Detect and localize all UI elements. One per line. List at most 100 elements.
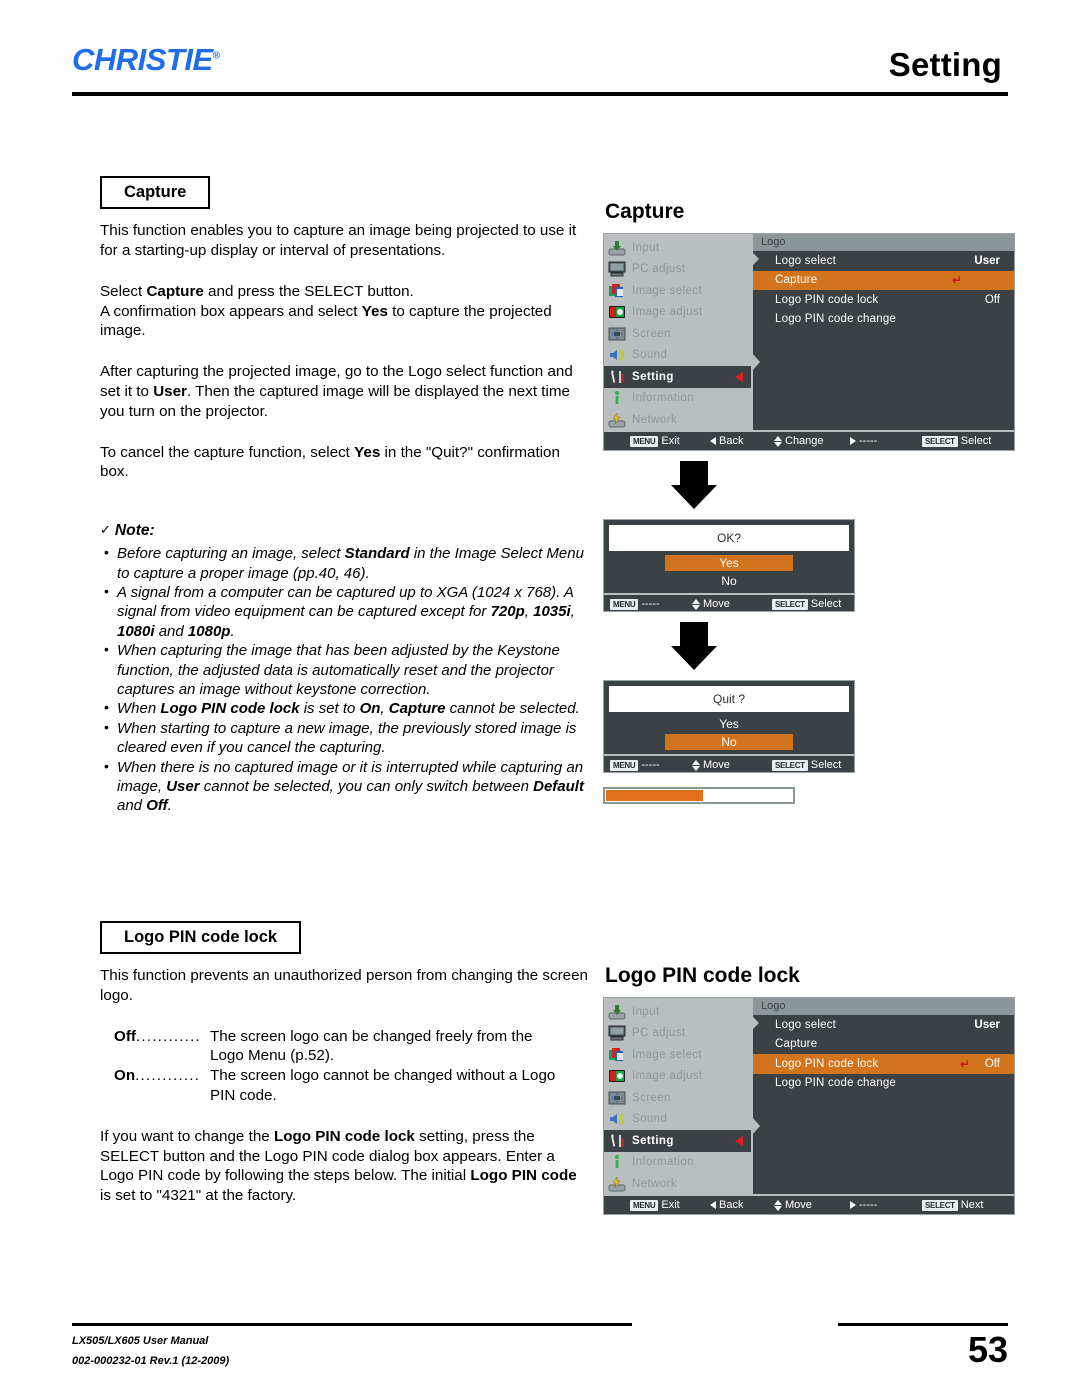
information-icon [608, 390, 626, 406]
up-down-arrow-icon [774, 435, 782, 447]
footer-hint-: MENU ----- [610, 598, 660, 610]
sidebar-item-image-adjust[interactable]: Image adjust [604, 1066, 751, 1088]
sidebar-item-image-select[interactable]: Image select [604, 280, 751, 302]
page-number: 53 [967, 1329, 1008, 1370]
sidebar-item-label: Screen [632, 1091, 671, 1104]
sidebar-item-input[interactable]: Input [604, 1001, 751, 1023]
footer-hint-back: Back [710, 435, 743, 447]
sidebar-item-sound[interactable]: Sound [604, 1109, 751, 1131]
osd-footer-bar: MENU Exit Back Move ----- SELECT Next [604, 1194, 1014, 1214]
ok-confirm-dialog[interactable]: OK? Yes No MENU ----- Move SELECT Select [603, 519, 855, 612]
brand-text: CHRISTIE [72, 42, 213, 77]
capture-progress-bar [603, 787, 795, 804]
menu-row-value: User [974, 254, 1000, 267]
menu-row-capture[interactable]: Capture [753, 1035, 1014, 1055]
sidebar-item-pc-adjust[interactable]: PC adjust [604, 259, 751, 281]
triangle-left-icon [710, 1201, 716, 1209]
osd-panel[interactable]: Logo Logo select User Capture ↵ Logo PIN cod… [751, 234, 1014, 430]
panel-notch-icon [751, 1116, 760, 1136]
osd-footer-bar: MENU Exit Back Change ----- SELECT Select [604, 430, 1014, 450]
ok-dialog-options[interactable]: Yes No [604, 554, 854, 589]
sidebar-item-setting[interactable]: Setting [604, 366, 751, 388]
page-footer: LX505/LX605 User Manual 002-000232-01 Re… [0, 1307, 1080, 1397]
menu-row-capture[interactable]: Capture ↵ [753, 270, 1014, 290]
osd-sidebar[interactable]: Input PC adjust Image select Image adjust Sc… [604, 234, 751, 430]
menu-row-logo-select[interactable]: Logo select User [753, 251, 1014, 271]
triangle-right-icon [850, 437, 856, 445]
definition-term: Off............ [100, 1027, 210, 1067]
dialog-option-yes[interactable]: Yes [604, 554, 854, 571]
footer-hint-: MENU ----- [610, 759, 660, 771]
footer-hint-select: SELECT Select [772, 598, 841, 610]
sound-icon [608, 1111, 626, 1127]
osd-panel-title: Logo [753, 234, 1014, 251]
definition-term-label: On [114, 1067, 136, 1085]
sidebar-item-label: Screen [632, 327, 671, 340]
sidebar-item-sound[interactable]: Sound [604, 345, 751, 367]
definition-desc-line2: PIN code. [210, 1086, 277, 1104]
capture-osd-title: Capture [605, 200, 685, 223]
capture-osd-menu[interactable]: Input PC adjust Image select Image adjust Sc… [603, 233, 1015, 451]
sidebar-item-label: Image adjust [632, 1070, 703, 1083]
quit-dialog-options[interactable]: Yes No [604, 715, 854, 750]
pin-heading-label: Logo PIN code lock [124, 927, 278, 946]
footer-hint-label: Select [960, 435, 992, 447]
menu-row-logo-pin-code-lock[interactable]: Logo PIN code lock ↵ Off [753, 1054, 1014, 1074]
dialog-option-label: No [665, 733, 793, 750]
enter-arrow-icon: ↵ [959, 1056, 970, 1071]
osd-row-list[interactable]: Logo select User Capture Logo PIN code lock… [753, 1015, 1014, 1093]
sidebar-item-network[interactable]: Network [604, 1173, 751, 1195]
pc-adjust-icon [608, 1025, 626, 1041]
selection-arrow-icon [735, 371, 743, 382]
menu-row-logo-pin-code-lock[interactable]: Logo PIN code lock Off [753, 290, 1014, 310]
note-item: When Logo PIN code lock is set to On, Ca… [100, 698, 590, 718]
footer-hint-exit: MENU Exit [630, 1199, 680, 1211]
capture-heading-box: Capture [100, 176, 211, 210]
definition-description: The screen logo cannot be changed withou… [210, 1066, 590, 1106]
capture-paragraph-3: A confirmation box appears and select Ye… [100, 302, 552, 340]
menu-row-logo-pin-code-change[interactable]: Logo PIN code change [753, 310, 1014, 330]
network-icon [608, 1175, 626, 1192]
down-arrow-icon [671, 461, 717, 509]
footer-hint-next: SELECT Next [922, 1199, 983, 1211]
note-item: When capturing the image that has been a… [100, 640, 590, 699]
menu-row-label: Logo PIN code lock [775, 293, 879, 306]
osd-row-list[interactable]: Logo select User Capture ↵ Logo PIN code loc… [753, 251, 1014, 329]
menu-row-logo-select[interactable]: Logo select User [753, 1015, 1014, 1035]
footer-hint-: ----- [850, 1199, 877, 1211]
definition-term-label: Off [114, 1027, 136, 1045]
page-header: CHRISTIE® Setting [0, 0, 1080, 110]
osd-panel[interactable]: Logo Logo select User Capture Logo PIN code… [751, 998, 1014, 1194]
sidebar-item-setting[interactable]: Setting [604, 1130, 751, 1152]
footer-hint-select: SELECT Select [772, 759, 841, 771]
menu-row-label: Logo select [775, 254, 837, 267]
keycap-menu-icon: MENU [630, 1199, 659, 1211]
sidebar-item-image-select[interactable]: Image select [604, 1044, 751, 1066]
sidebar-item-information[interactable]: Information [604, 1152, 751, 1174]
sidebar-item-input[interactable]: Input [604, 237, 751, 259]
menu-row-label: Capture [775, 274, 818, 287]
footer-hint-move: Move [692, 759, 730, 771]
pin-osd-menu[interactable]: Input PC adjust Image select Image adjust Sc… [603, 997, 1015, 1215]
sidebar-item-pc-adjust[interactable]: PC adjust [604, 1023, 751, 1045]
setting-icon [608, 1133, 626, 1149]
quit-confirm-dialog[interactable]: Quit ? Yes No MENU ----- Move SELECT Select [603, 680, 855, 773]
sidebar-item-image-adjust[interactable]: Image adjust [604, 302, 751, 324]
keycap-menu-icon: MENU [610, 598, 639, 610]
dialog-option-no[interactable]: No [604, 572, 854, 589]
sidebar-item-information[interactable]: Information [604, 388, 751, 410]
sidebar-item-network[interactable]: Network [604, 409, 751, 431]
definition-description: The screen logo can be changed freely fr… [210, 1027, 590, 1067]
sidebar-item-screen[interactable]: Screen [604, 323, 751, 345]
dialog-option-yes[interactable]: Yes [604, 715, 854, 732]
keycap-select-icon: SELECT [772, 759, 808, 771]
dialog-option-no[interactable]: No [604, 733, 854, 750]
screen-icon [608, 326, 626, 342]
menu-row-logo-pin-code-change[interactable]: Logo PIN code change [753, 1074, 1014, 1094]
osd-sidebar[interactable]: Input PC adjust Image select Image adjust Sc… [604, 998, 751, 1194]
setting-icon [608, 369, 626, 385]
capture-paragraph-5: To cancel the capture function, select Y… [100, 443, 560, 481]
sidebar-item-screen[interactable]: Screen [604, 1087, 751, 1109]
selection-arrow-icon [735, 1135, 743, 1146]
note-list: Before capturing an image, select Standa… [100, 543, 590, 816]
